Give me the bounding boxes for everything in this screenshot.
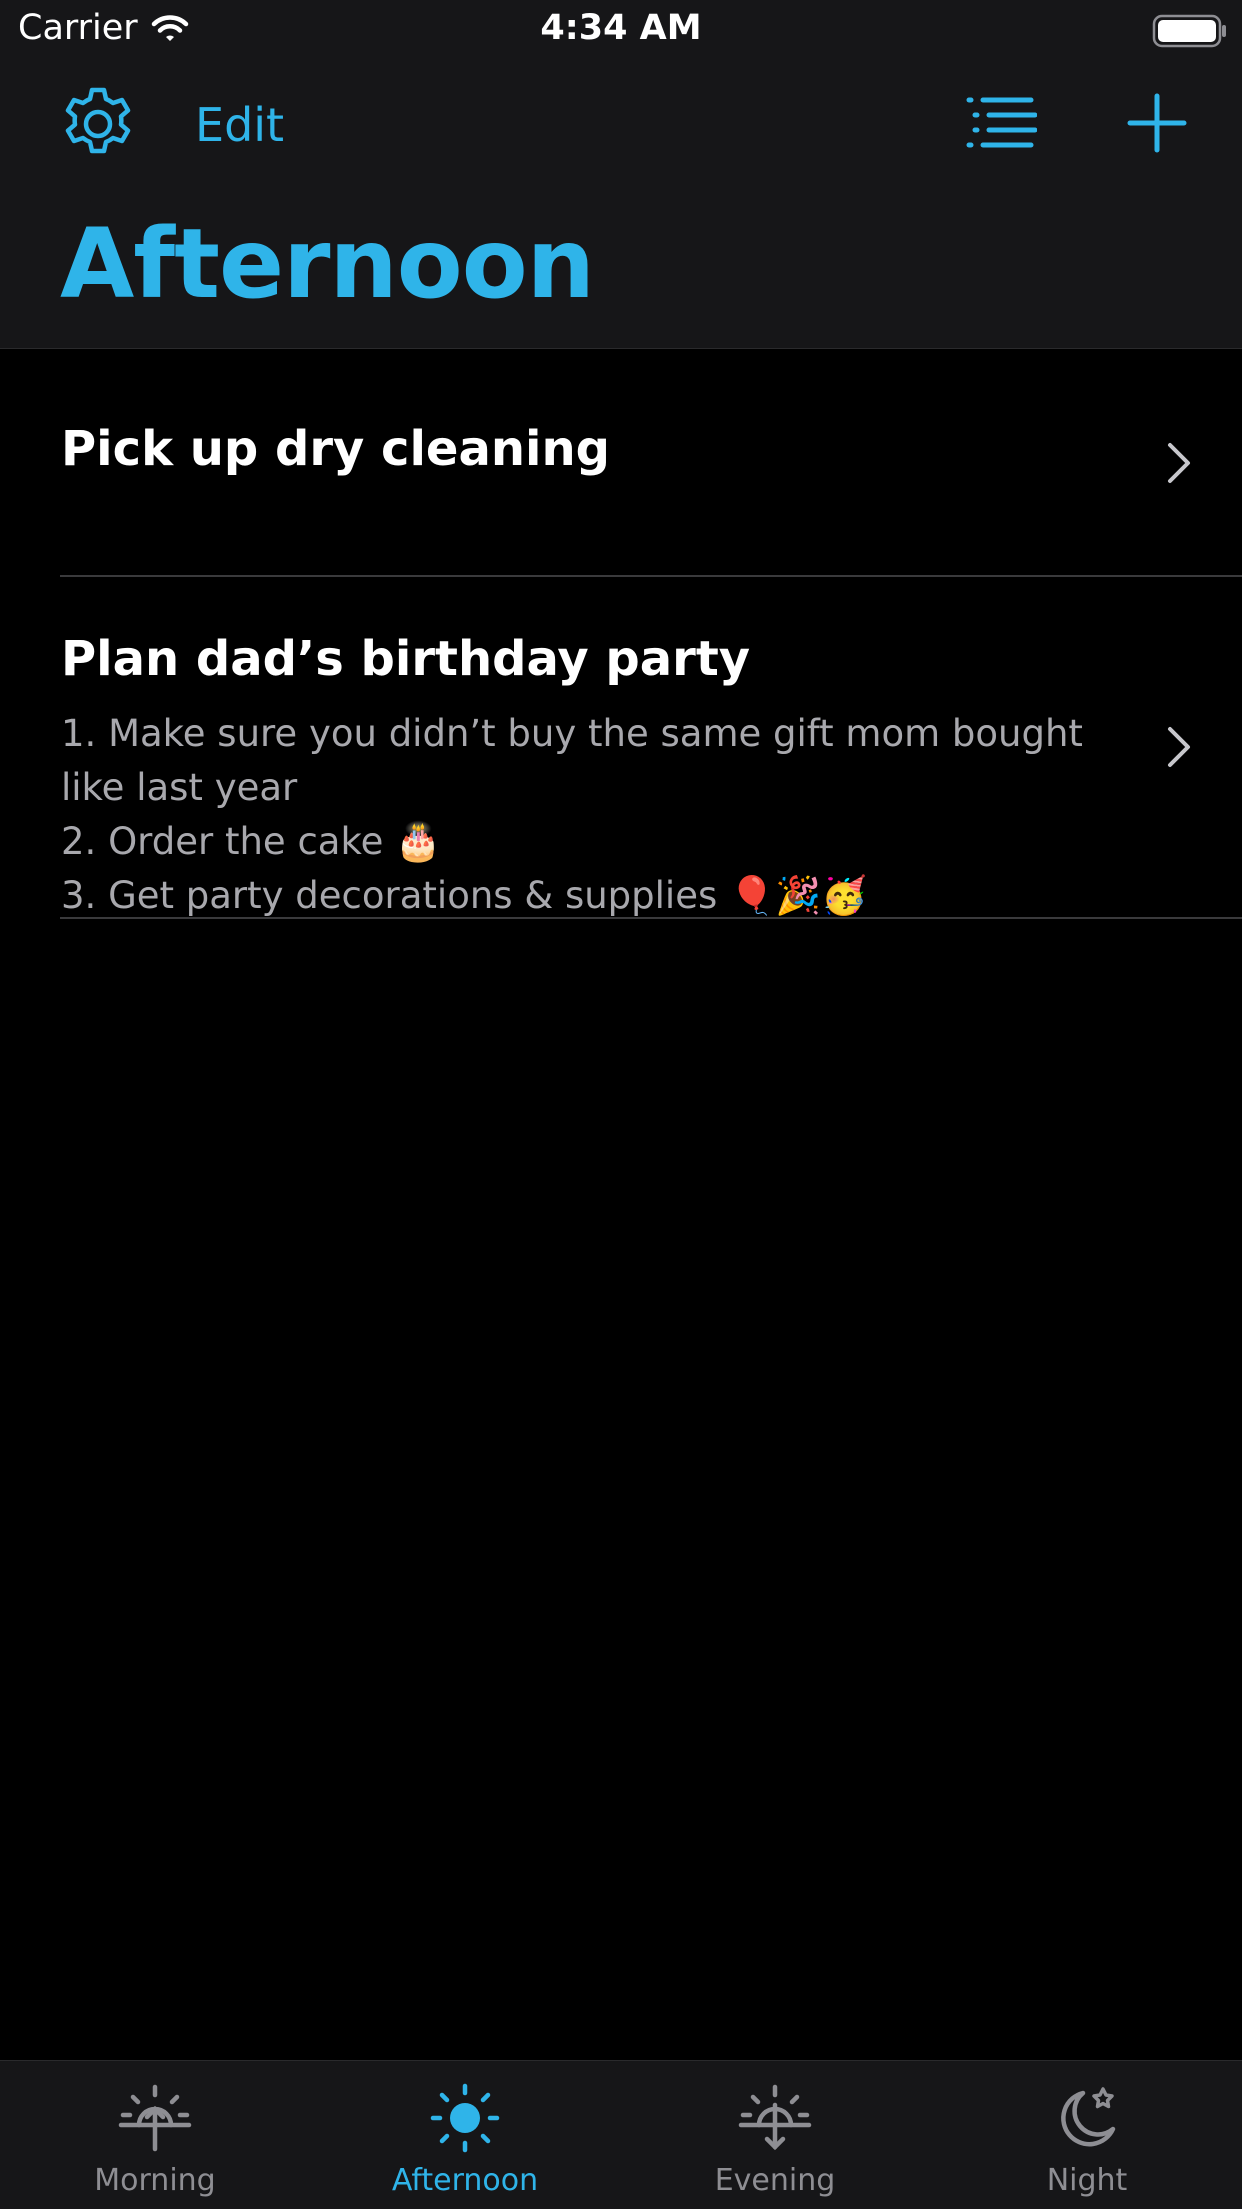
tab-evening[interactable]: Evening [620,2061,930,2209]
sunset-icon [738,2084,812,2151]
sun-icon [430,2083,500,2153]
moon-stars-icon [1061,2087,1116,2147]
tab-label: Morning [94,2163,216,2198]
task-title: Plan dad’s birthday party [61,631,751,687]
tab-night[interactable]: Night [932,2061,1242,2209]
tab-label: Afternoon [391,2163,539,2198]
list-item[interactable]: Plan dad’s birthday party 1. Make sure y… [60,577,1242,919]
plus-icon[interactable] [1127,90,1187,156]
chevron-right-icon [1168,443,1190,483]
battery-icon [1152,14,1226,48]
task-list: Pick up dry cleaning Plan dad’s birthday… [0,349,1242,919]
list-icon[interactable] [965,94,1037,156]
task-note-line: 3. Get party decorations & supplies 🎈🎉🥳 [61,874,868,917]
edit-button[interactable]: Edit [195,98,284,152]
tab-label: Evening [714,2163,836,2198]
task-notes: 1. Make sure you didn’t buy the same gif… [61,707,1083,923]
list-item[interactable]: Pick up dry cleaning [60,349,1242,577]
page-title: Afternoon [60,208,595,320]
task-note-line: 2. Order the cake 🎂 [61,820,442,863]
task-title: Pick up dry cleaning [61,421,610,477]
chevron-right-icon [1168,727,1190,767]
sunrise-icon [118,2084,192,2152]
navigation-bar: Edit Afternoon [0,62,1242,349]
status-bar: Carrier 4:34 AM [0,0,1242,62]
status-time: 4:34 AM [540,8,702,48]
tab-afternoon[interactable]: Afternoon [310,2061,620,2209]
gear-icon[interactable] [58,84,138,164]
tab-morning[interactable]: Morning [0,2061,310,2209]
task-note-line: 1. Make sure you didn’t buy the same gif… [61,712,1083,755]
task-note-line: like last year [61,766,298,809]
tab-label: Night [1046,2163,1128,2198]
tab-bar: Morning Afternoon Evening Night [0,2060,1242,2209]
